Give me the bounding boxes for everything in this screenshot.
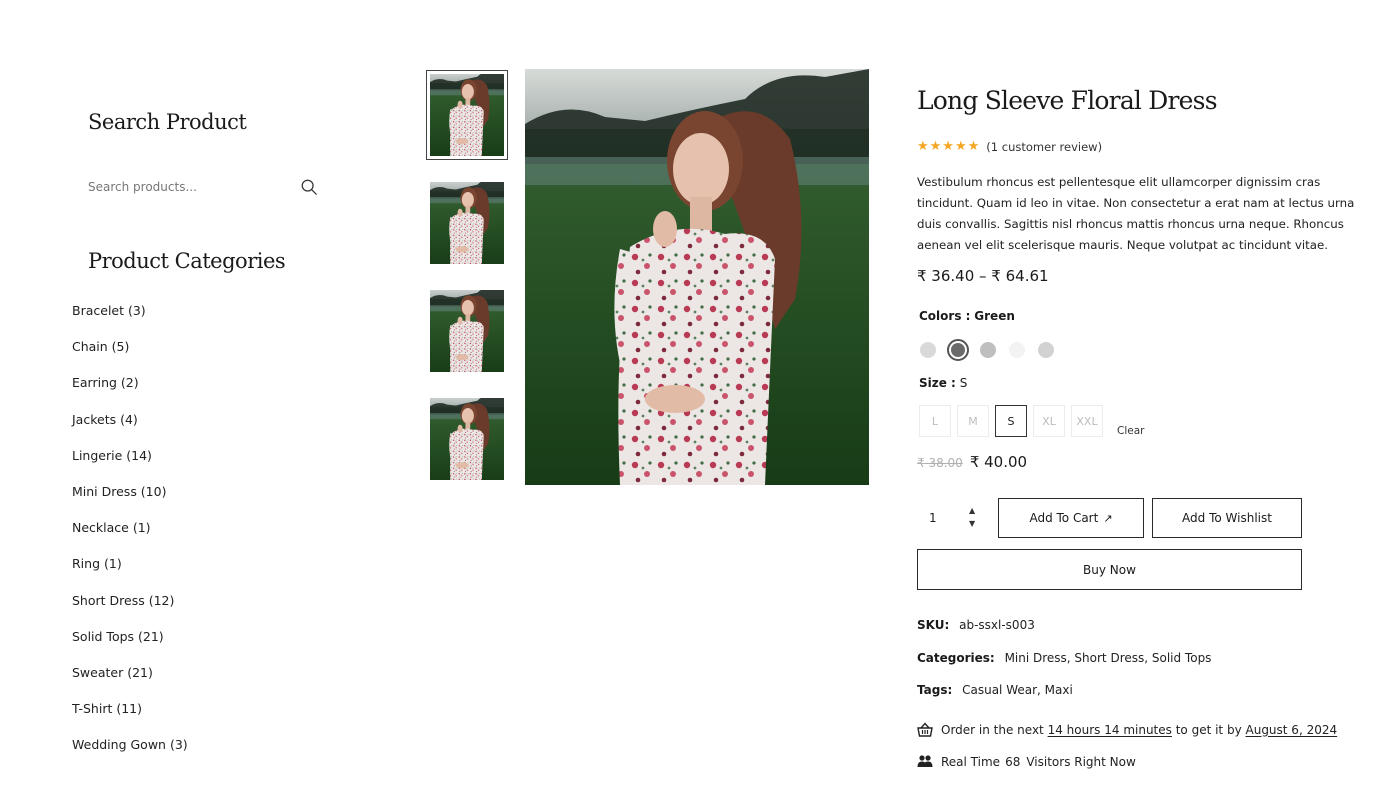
product-summary: Long Sleeve Floral Dress ★★★★★ (1 custom… (917, 0, 1377, 800)
tags-label: Tags: (917, 683, 953, 697)
clear-selection-link[interactable]: Clear (1117, 425, 1144, 437)
variation-price: ₹ 38.00 ₹ 40.00 (917, 453, 1027, 471)
category-list: Bracelet (3) Chain (5) Earring (2) Jacke… (72, 303, 188, 773)
live-visitors: Real Time 68 Visitors Right Now (917, 754, 1136, 769)
category-item[interactable]: T-Shirt (11) (72, 701, 188, 737)
delivery-date: August 6, 2024 (1245, 722, 1338, 737)
delivery-estimate: Order in the next 14 hours 14 minutes to… (917, 722, 1337, 737)
thumbnail-2[interactable] (430, 182, 504, 264)
star-rating-icon: ★★★★★ (917, 139, 981, 154)
dress-photo-thumbnail (430, 398, 504, 480)
size-selected-value: S (959, 376, 968, 390)
color-swatch-light-gray[interactable] (920, 342, 936, 358)
tags-row: Tags: Casual Wear, Maxi (917, 683, 1073, 697)
size-option-xl[interactable]: XL (1033, 405, 1065, 437)
quantity-increase-icon[interactable]: ▲ (969, 507, 975, 515)
search-widget-title: Search Product (88, 110, 247, 134)
size-label-text: Size : (919, 376, 956, 390)
color-swatch-gray[interactable] (980, 342, 996, 358)
category-links[interactable]: Mini Dress, Short Dress, Solid Tops (1005, 651, 1212, 665)
visitors-prefix: Real Time (941, 754, 1001, 769)
dress-photo-thumbnail (430, 182, 504, 264)
size-label: Size : S (919, 376, 967, 390)
category-item[interactable]: Necklace (1) (72, 520, 188, 556)
users-icon (917, 755, 933, 767)
color-swatch-green[interactable] (947, 339, 969, 361)
price-range: ₹ 36.40 – ₹ 64.61 (917, 267, 1049, 285)
category-item[interactable]: Solid Tops (21) (72, 629, 188, 665)
thumbnail-4[interactable] (430, 398, 504, 480)
dress-photo-thumbnail (430, 290, 504, 372)
thumbnail-3[interactable] (430, 290, 504, 372)
visitors-count: 68 (1005, 754, 1021, 769)
categories-widget-title: Product Categories (88, 249, 286, 273)
colors-selected-value: Green (974, 309, 1015, 323)
visitors-suffix: Visitors Right Now (1026, 754, 1136, 769)
review-count-link[interactable]: (1 customer review) (986, 140, 1102, 154)
categories-row: Categories: Mini Dress, Short Dress, Sol… (917, 651, 1211, 665)
quantity-decrease-icon[interactable]: ▼ (969, 520, 975, 528)
dress-photo (525, 69, 869, 485)
category-item[interactable]: Short Dress (12) (72, 593, 188, 629)
size-option-s[interactable]: S (995, 405, 1027, 437)
search-icon[interactable] (300, 178, 318, 196)
regular-price: ₹ 38.00 (917, 456, 963, 470)
colors-label-text: Colors : (919, 309, 971, 323)
sku-value: ab-ssxl-s003 (959, 618, 1035, 632)
shopping-basket-icon (917, 722, 933, 737)
category-item[interactable]: Mini Dress (10) (72, 484, 188, 520)
tag-links[interactable]: Casual Wear, Maxi (962, 683, 1073, 697)
delivery-prefix: Order in the next (941, 722, 1044, 737)
buy-now-button[interactable]: Buy Now (917, 549, 1302, 590)
add-to-wishlist-button[interactable]: Add To Wishlist (1152, 498, 1302, 538)
search-box (88, 172, 320, 202)
arrow-up-right-icon: ↗ (1103, 511, 1113, 525)
product-description: Vestibulum rhoncus est pellentesque elit… (917, 175, 1355, 252)
sku-row: SKU: ab-ssxl-s003 (917, 618, 1035, 632)
category-item[interactable]: Jackets (4) (72, 412, 188, 448)
product-rating: ★★★★★ (1 customer review) (917, 139, 1102, 154)
size-options: L M S XL XXL Clear (919, 405, 1144, 437)
product-title: Long Sleeve Floral Dress (917, 86, 1218, 115)
main-product-image[interactable] (525, 69, 869, 485)
categories-label: Categories: (917, 651, 995, 665)
category-item[interactable]: Earring (2) (72, 375, 188, 411)
category-item[interactable]: Chain (5) (72, 339, 188, 375)
size-option-l[interactable]: L (919, 405, 951, 437)
delivery-mid: to get it by (1175, 722, 1242, 737)
category-item[interactable]: Bracelet (3) (72, 303, 188, 339)
sidebar: Search Product Product Categories Bracel… (0, 0, 400, 800)
sku-label: SKU: (917, 618, 950, 632)
delivery-countdown: 14 hours 14 minutes (1047, 722, 1172, 737)
thumbnail-1[interactable] (426, 70, 508, 160)
sale-price: ₹ 40.00 (969, 453, 1028, 471)
category-item[interactable]: Wedding Gown (3) (72, 737, 188, 773)
size-option-m[interactable]: M (957, 405, 989, 437)
search-input[interactable] (88, 172, 288, 202)
color-swatch-silver[interactable] (1038, 342, 1054, 358)
category-item[interactable]: Lingerie (14) (72, 448, 188, 484)
dress-photo-thumbnail (430, 74, 504, 156)
add-to-cart-button[interactable]: Add To Cart ↗ (998, 498, 1144, 538)
quantity-stepper: ▲ ▼ (917, 498, 989, 538)
category-item[interactable]: Sweater (21) (72, 665, 188, 701)
color-swatch-white[interactable] (1009, 342, 1025, 358)
color-swatches (920, 339, 1067, 361)
size-option-xxl[interactable]: XXL (1071, 405, 1103, 437)
quantity-input[interactable] (917, 498, 957, 538)
colors-label: Colors : Green (919, 309, 1015, 323)
add-to-cart-label: Add To Cart (1029, 511, 1099, 525)
category-item[interactable]: Ring (1) (72, 556, 188, 592)
